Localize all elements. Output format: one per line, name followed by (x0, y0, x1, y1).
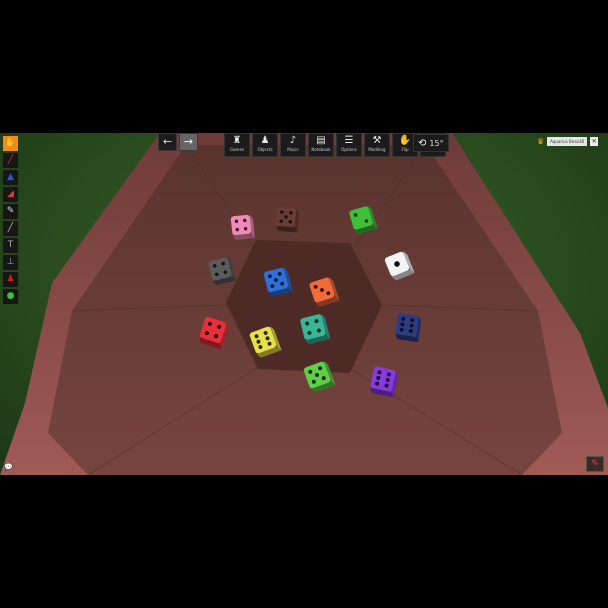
die-face (230, 214, 252, 236)
die-face (395, 313, 419, 337)
paint-tool-button[interactable]: ╱ (3, 221, 18, 236)
crown-icon: ♛ (537, 136, 545, 146)
flick-icon: ▲ (7, 172, 14, 182)
toolbar-button-label: Modding (368, 147, 386, 152)
grab-icon: ✋ (4, 138, 17, 148)
objects-button[interactable]: ♟ Objects (252, 133, 278, 157)
forward-button[interactable]: → (179, 133, 198, 151)
music-icon: ♪ (289, 135, 297, 146)
rotation-value: 15° (429, 138, 444, 148)
color-icon: ● (6, 291, 15, 301)
notebook-button[interactable]: ▤ Notebook (308, 133, 334, 157)
toolbar-button-label: Music (287, 147, 299, 152)
games-button[interactable]: ♜ Games (224, 133, 250, 157)
die-pink[interactable] (230, 214, 255, 241)
modding-button[interactable]: ⚒ Modding (364, 133, 390, 157)
line-icon: ╱ (7, 155, 14, 165)
modding-icon: ⚒ (372, 135, 382, 146)
zone-icon: ⊥ (6, 257, 15, 267)
top-toolbar: ← → ♜ Games ♟ Objects ♪ Music ▤ Notebook ☰ Option… (158, 133, 446, 157)
die-face (370, 366, 396, 392)
toolbar-button-label: Flip (401, 147, 409, 152)
gizmo-icon: ✎ (6, 206, 15, 216)
game-viewport[interactable]: ← → ♜ Games ♟ Objects ♪ Music ▤ Notebook ☰ Option… (0, 133, 608, 475)
zone-tool-button[interactable]: ⊥ (3, 255, 18, 270)
toolbar-button-label: Options (341, 147, 357, 152)
games-icon: ♜ (232, 135, 242, 146)
flick-tool-button[interactable]: ▲ (3, 170, 18, 185)
options-button[interactable]: ☰ Options (336, 133, 362, 157)
options-icon: ☰ (344, 135, 354, 146)
line-tool-button[interactable]: ╱ (3, 153, 18, 168)
hidden-zone-icon: ♟ (6, 274, 15, 284)
rotate-icon: ⟲ (418, 137, 427, 149)
ruler-tool-button[interactable]: ◢ (3, 187, 18, 202)
objects-icon: ♟ (260, 135, 270, 146)
toolbar-button-label: Notebook (311, 147, 331, 152)
music-button[interactable]: ♪ Music (280, 133, 306, 157)
toolbar-button-label: Objects (257, 147, 273, 152)
hidden-zone-tool-button[interactable]: ♟ (3, 272, 18, 287)
back-button[interactable]: ← (158, 133, 177, 151)
eraser-button[interactable]: ✎ (586, 456, 604, 472)
close-icon[interactable]: ✕ (590, 136, 599, 146)
die-brown[interactable] (275, 207, 300, 233)
rotation-widget[interactable]: ⟲ 15° (413, 134, 449, 152)
chat-icon[interactable]: 💬 (4, 463, 13, 471)
game-table[interactable] (0, 133, 608, 475)
player-bar: ♛ Aquarius Bean46 ✕ (537, 135, 599, 147)
die-navy[interactable] (394, 313, 422, 343)
player-name[interactable]: Aquarius Bean46 (547, 136, 588, 146)
text-icon: T (7, 240, 14, 250)
notebook-icon: ▤ (316, 135, 326, 146)
ruler-icon: ◢ (7, 189, 14, 199)
left-toolbar: ✋ ╱ ▲ ◢ ✎ ╱ T ⊥ ♟ ● (3, 136, 18, 304)
gizmo-tool-button[interactable]: ✎ (3, 204, 18, 219)
paint-icon: ╱ (7, 223, 14, 233)
text-tool-button[interactable]: T (3, 238, 18, 253)
flip-icon: ✋ (398, 135, 412, 146)
color-tool-button[interactable]: ● (3, 289, 18, 304)
grab-tool-button[interactable]: ✋ (3, 136, 18, 151)
toolbar-button-label: Games (230, 147, 244, 152)
